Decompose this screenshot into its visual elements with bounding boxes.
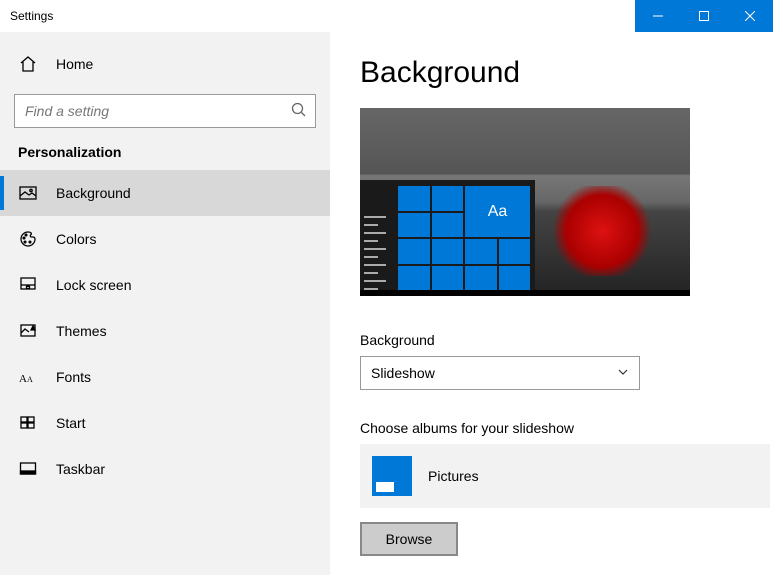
svg-text:A: A [19, 373, 27, 385]
window-title: Settings [0, 9, 53, 23]
albums-field-label: Choose albums for your slideshow [360, 420, 773, 436]
picture-icon [18, 184, 38, 202]
sidebar-item-colors[interactable]: Colors [0, 216, 330, 262]
sidebar-item-label: Colors [56, 231, 96, 247]
home-label: Home [56, 56, 93, 72]
minimize-icon [653, 11, 663, 21]
browse-button[interactable]: Browse [360, 522, 458, 556]
lockscreen-icon [18, 276, 38, 294]
background-dropdown[interactable]: Slideshow [360, 356, 640, 390]
preview-taskbar [360, 290, 690, 296]
preview-tiles: Aa [398, 186, 530, 290]
sidebar-item-taskbar[interactable]: Taskbar [0, 446, 330, 492]
start-icon [18, 414, 38, 432]
sidebar-item-lock-screen[interactable]: Lock screen [0, 262, 330, 308]
preview-wallpaper-subject [550, 186, 680, 276]
close-button[interactable] [727, 0, 773, 32]
svg-text:A: A [27, 375, 33, 384]
palette-icon [18, 230, 38, 248]
sidebar-item-label: Themes [56, 323, 107, 339]
sidebar-item-label: Lock screen [56, 277, 131, 293]
titlebar: Settings [0, 0, 773, 32]
window-controls [635, 0, 773, 32]
themes-icon [18, 322, 38, 340]
browse-button-label: Browse [386, 531, 433, 547]
close-icon [745, 11, 755, 21]
sidebar-item-themes[interactable]: Themes [0, 308, 330, 354]
taskbar-icon [18, 460, 38, 478]
page-title: Background [360, 56, 773, 90]
search-box[interactable] [14, 94, 316, 128]
main-content: Background Aa Background Slideshow [330, 32, 773, 575]
sidebar-item-fonts[interactable]: AA Fonts [0, 354, 330, 400]
sidebar: Home Personalization Background Colors [0, 32, 330, 575]
sidebar-item-background[interactable]: Background [0, 170, 330, 216]
home-icon [18, 55, 38, 73]
minimize-button[interactable] [635, 0, 681, 32]
preview-sample-tile: Aa [465, 186, 530, 237]
sidebar-item-start[interactable]: Start [0, 400, 330, 446]
album-name: Pictures [428, 468, 479, 484]
search-input[interactable] [14, 94, 316, 128]
background-preview: Aa [360, 108, 690, 296]
maximize-button[interactable] [681, 0, 727, 32]
sidebar-item-label: Fonts [56, 369, 91, 385]
section-heading: Personalization [0, 144, 330, 170]
chevron-down-icon [617, 365, 629, 381]
search-icon [290, 101, 308, 122]
fonts-icon: AA [18, 369, 38, 385]
background-field-label: Background [360, 332, 773, 348]
sidebar-item-label: Taskbar [56, 461, 105, 477]
maximize-icon [699, 11, 709, 21]
background-dropdown-value: Slideshow [371, 365, 435, 381]
sidebar-item-label: Start [56, 415, 86, 431]
folder-icon [372, 456, 412, 496]
home-nav[interactable]: Home [0, 42, 330, 86]
preview-app-list [364, 216, 392, 290]
album-item[interactable]: Pictures [360, 444, 770, 508]
sidebar-item-label: Background [56, 185, 131, 201]
